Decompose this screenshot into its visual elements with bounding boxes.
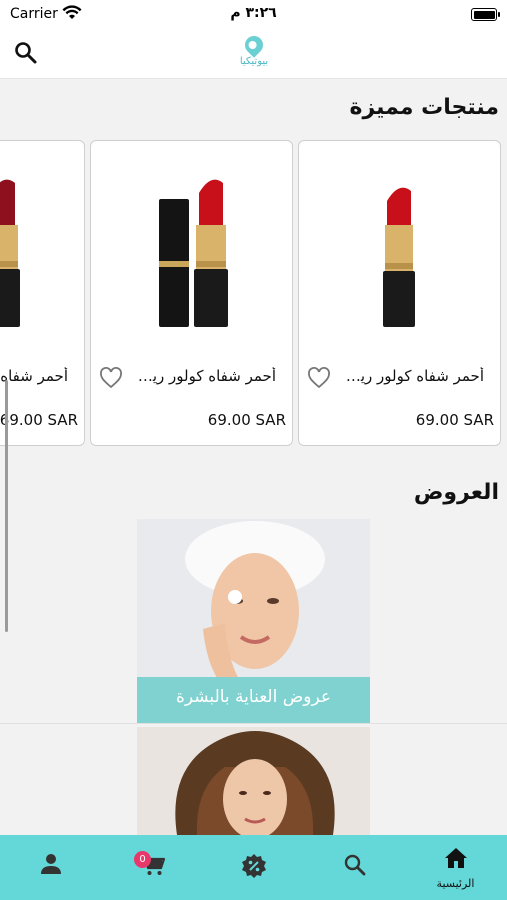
product-name[interactable]: أحمر شفاه كولور ريش — [136, 367, 276, 385]
offer-banner-hair[interactable] — [137, 727, 370, 835]
tab-profile[interactable] — [0, 835, 101, 900]
woman-curly-hair-image — [175, 731, 335, 835]
search-icon — [344, 854, 365, 876]
heart-icon[interactable] — [99, 367, 123, 389]
product-price: 69.00 SAR — [415, 411, 494, 429]
user-icon — [40, 854, 61, 874]
tab-home[interactable]: الرئيسية — [405, 835, 506, 900]
product-card[interactable]: أحمر شفاه كولور ريش 69.00 SAR — [0, 140, 85, 446]
product-price: 69.00 SAR — [207, 411, 286, 429]
product-price: 69.00 SAR — [0, 411, 78, 429]
product-card[interactable]: أحمر شفاه كولور ريش 69.00 SAR — [90, 140, 293, 446]
product-card[interactable]: أحمر شفاه كولور ريش 69.00 SAR — [298, 140, 501, 446]
offer-banner-text: عروض العناية بالبشرة — [175, 687, 332, 707]
offers-section-title: العروض — [413, 480, 499, 505]
status-bar: Carrier ٣:٢٦ م — [0, 0, 507, 30]
offer-banner-skincare[interactable]: عروض العناية بالبشرة — [137, 519, 370, 723]
battery-icon — [471, 8, 500, 21]
bottom-tab-bar: الرئيسية — [0, 835, 507, 900]
brand-logo[interactable]: بيوتيكيا — [232, 32, 276, 72]
product-name[interactable]: أحمر شفاه كولور ريش — [344, 367, 484, 385]
product-image-lipstick-with-cap — [159, 179, 228, 327]
heart-icon[interactable] — [307, 367, 331, 389]
discount-icon — [241, 854, 266, 878]
tab-search[interactable] — [304, 835, 405, 900]
section-divider — [0, 723, 507, 724]
product-name[interactable]: أحمر شفاه كولور ريش — [0, 367, 68, 385]
home-icon — [444, 848, 467, 868]
tab-offers[interactable] — [203, 835, 304, 900]
featured-products-carousel[interactable]: أحمر شفاه كولور ريش 69.00 SAR أحمر شفاه … — [0, 140, 507, 450]
logo-text: بيوتيكيا — [239, 56, 269, 67]
cart-count-badge: 0 — [134, 851, 151, 868]
offer-banner-strip: عروض العناية بالبشرة — [137, 677, 370, 723]
featured-section-title: منتجات مميزة — [349, 95, 500, 120]
logo-drop-icon — [241, 32, 267, 58]
clock: ٣:٢٦ م — [230, 5, 277, 21]
product-image-lipstick-dark — [0, 179, 20, 327]
tab-home-label: الرئيسية — [436, 877, 475, 890]
tab-cart[interactable] — [102, 835, 203, 900]
top-navbar: بيوتيكيا — [0, 30, 507, 79]
product-image-lipstick — [383, 187, 415, 327]
search-icon[interactable] — [13, 40, 39, 66]
vertical-scrollbar[interactable] — [5, 380, 8, 632]
